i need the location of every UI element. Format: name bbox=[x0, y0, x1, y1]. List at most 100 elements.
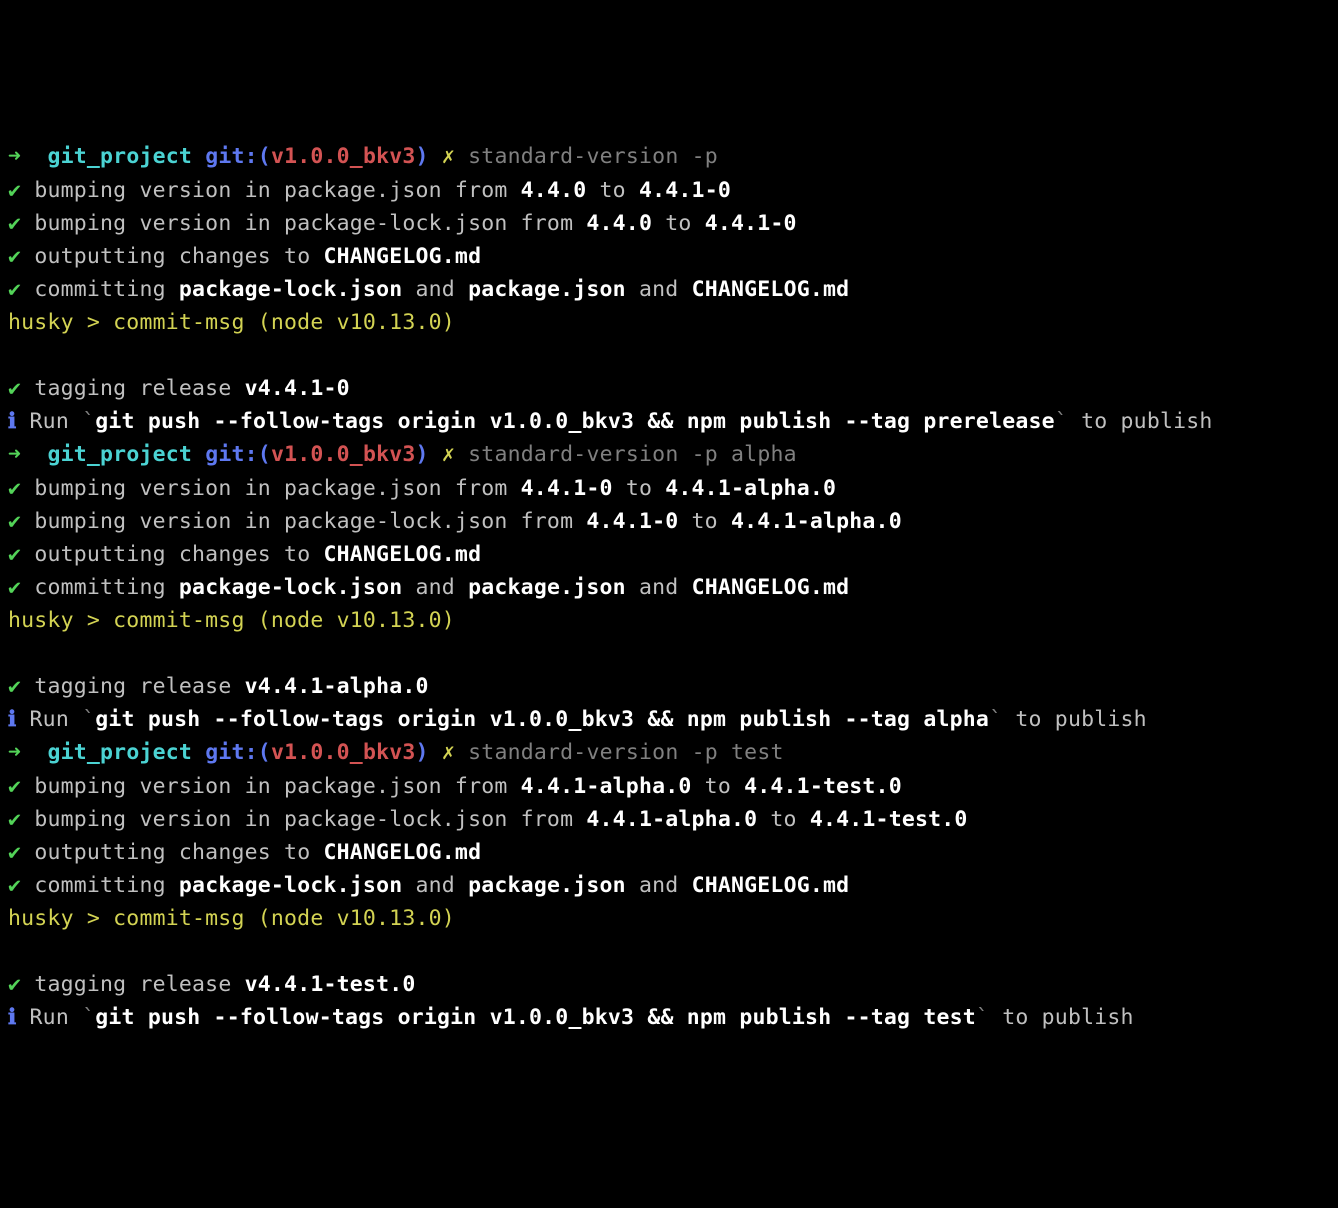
husky-hook: husky > commit-msg (node v10.13.0) bbox=[8, 906, 455, 931]
prompt-git-label: git:( bbox=[205, 442, 271, 467]
push-command: git push --follow-tags origin v1.0.0_bkv… bbox=[95, 1005, 976, 1030]
check-icon: ✔ bbox=[8, 211, 21, 236]
prompt-dirty-icon: ✗ bbox=[442, 740, 455, 765]
terminal-line: ✔ tagging release v4.4.1-alpha.0 bbox=[8, 670, 1330, 703]
backtick: ` bbox=[976, 1005, 989, 1030]
to-publish-text: to publish bbox=[989, 1005, 1134, 1030]
check-icon: ✔ bbox=[8, 840, 21, 865]
terminal-line: ✔ outputting changes to CHANGELOG.md bbox=[8, 240, 1330, 273]
commit-text: committing bbox=[34, 277, 179, 302]
to-text: to bbox=[586, 178, 639, 203]
terminal-line: ✔ bumping version in package.json from 4… bbox=[8, 472, 1330, 505]
check-icon: ✔ bbox=[8, 774, 21, 799]
husky-hook: husky > commit-msg (node v10.13.0) bbox=[8, 310, 455, 335]
changelog-file: CHANGELOG.md bbox=[323, 840, 481, 865]
terminal-line: ✔ outputting changes to CHANGELOG.md bbox=[8, 836, 1330, 869]
terminal-line: husky > commit-msg (node v10.13.0) bbox=[8, 902, 1330, 935]
version-to: 4.4.1-0 bbox=[705, 211, 797, 236]
terminal-line: ✔ committing package-lock.json and packa… bbox=[8, 273, 1330, 306]
backtick: ` bbox=[82, 1005, 95, 1030]
check-icon: ✔ bbox=[8, 807, 21, 832]
check-icon: ✔ bbox=[8, 509, 21, 534]
to-publish-text: to publish bbox=[1068, 409, 1213, 434]
prompt-branch: v1.0.0_bkv3 bbox=[271, 740, 416, 765]
tagging-text: tagging release bbox=[34, 674, 244, 699]
terminal-line: ℹ Run `git push --follow-tags origin v1.… bbox=[8, 703, 1330, 736]
file-changelog: CHANGELOG.md bbox=[692, 873, 850, 898]
check-icon: ✔ bbox=[8, 575, 21, 600]
prompt-dirty-icon: ✗ bbox=[442, 144, 455, 169]
prompt-git-label: git:( bbox=[205, 740, 271, 765]
prompt-arrow-icon: ➜ bbox=[8, 144, 21, 169]
terminal-line: ✔ tagging release v4.4.1-test.0 bbox=[8, 968, 1330, 1001]
prompt-close-paren: ) bbox=[416, 442, 429, 467]
to-text: to bbox=[652, 211, 705, 236]
bump-pkg-text: bumping version in package.json from bbox=[34, 476, 520, 501]
release-tag: v4.4.1-0 bbox=[245, 376, 350, 401]
and-text: and bbox=[402, 575, 468, 600]
prompt-close-paren: ) bbox=[416, 144, 429, 169]
and-text: and bbox=[626, 873, 692, 898]
and-text: and bbox=[626, 575, 692, 600]
terminal-output[interactable]: ➜ git_project git:(v1.0.0_bkv3) ✗ standa… bbox=[8, 140, 1330, 1034]
bump-lock-text: bumping version in package-lock.json fro… bbox=[34, 509, 586, 534]
to-text: to bbox=[613, 476, 666, 501]
file-pkg-json: package.json bbox=[468, 873, 626, 898]
backtick: ` bbox=[82, 707, 95, 732]
to-text: to bbox=[757, 807, 810, 832]
file-pkg-json: package.json bbox=[468, 575, 626, 600]
version-from: 4.4.0 bbox=[521, 178, 587, 203]
prompt-git-label: git:( bbox=[205, 144, 271, 169]
run-text: Run bbox=[30, 1005, 83, 1030]
prompt-dir: git_project bbox=[47, 442, 192, 467]
file-pkg-lock: package-lock.json bbox=[179, 575, 402, 600]
version-to: 4.4.1-0 bbox=[639, 178, 731, 203]
check-icon: ✔ bbox=[8, 244, 21, 269]
push-command: git push --follow-tags origin v1.0.0_bkv… bbox=[95, 707, 989, 732]
file-pkg-lock: package-lock.json bbox=[179, 873, 402, 898]
prompt-close-paren: ) bbox=[416, 740, 429, 765]
version-from: 4.4.1-0 bbox=[521, 476, 613, 501]
terminal-line: ➜ git_project git:(v1.0.0_bkv3) ✗ standa… bbox=[8, 438, 1330, 471]
prompt-branch: v1.0.0_bkv3 bbox=[271, 442, 416, 467]
command-input[interactable]: standard-version -p alpha bbox=[468, 442, 797, 467]
version-to: 4.4.1-alpha.0 bbox=[731, 509, 902, 534]
info-icon: ℹ bbox=[8, 409, 16, 434]
terminal-line: ✔ committing package-lock.json and packa… bbox=[8, 869, 1330, 902]
bump-pkg-text: bumping version in package.json from bbox=[34, 774, 520, 799]
check-icon: ✔ bbox=[8, 972, 21, 997]
terminal-line: ✔ committing package-lock.json and packa… bbox=[8, 571, 1330, 604]
release-tag: v4.4.1-test.0 bbox=[245, 972, 416, 997]
push-command: git push --follow-tags origin v1.0.0_bkv… bbox=[95, 409, 1055, 434]
to-text: to bbox=[692, 774, 745, 799]
version-to: 4.4.1-test.0 bbox=[810, 807, 968, 832]
version-to: 4.4.1-test.0 bbox=[744, 774, 902, 799]
command-input[interactable]: standard-version -p test bbox=[468, 740, 783, 765]
file-pkg-lock: package-lock.json bbox=[179, 277, 402, 302]
backtick: ` bbox=[989, 707, 1002, 732]
file-pkg-json: package.json bbox=[468, 277, 626, 302]
release-tag: v4.4.1-alpha.0 bbox=[245, 674, 429, 699]
check-icon: ✔ bbox=[8, 542, 21, 567]
terminal-line: ➜ git_project git:(v1.0.0_bkv3) ✗ standa… bbox=[8, 140, 1330, 173]
to-publish-text: to publish bbox=[1002, 707, 1147, 732]
version-from: 4.4.1-alpha.0 bbox=[586, 807, 757, 832]
prompt-dirty-icon: ✗ bbox=[442, 442, 455, 467]
terminal-line: ✔ tagging release v4.4.1-0 bbox=[8, 372, 1330, 405]
terminal-line bbox=[8, 339, 1330, 372]
prompt-branch: v1.0.0_bkv3 bbox=[271, 144, 416, 169]
command-input[interactable]: standard-version -p bbox=[468, 144, 718, 169]
terminal-line: husky > commit-msg (node v10.13.0) bbox=[8, 306, 1330, 339]
and-text: and bbox=[626, 277, 692, 302]
file-changelog: CHANGELOG.md bbox=[692, 277, 850, 302]
terminal-line: ℹ Run `git push --follow-tags origin v1.… bbox=[8, 1001, 1330, 1034]
info-icon: ℹ bbox=[8, 707, 16, 732]
terminal-line: ✔ bumping version in package.json from 4… bbox=[8, 174, 1330, 207]
prompt-arrow-icon: ➜ bbox=[8, 442, 21, 467]
prompt-arrow-icon: ➜ bbox=[8, 740, 21, 765]
terminal-line: ✔ outputting changes to CHANGELOG.md bbox=[8, 538, 1330, 571]
check-icon: ✔ bbox=[8, 674, 21, 699]
tagging-text: tagging release bbox=[34, 376, 244, 401]
terminal-line: ℹ Run `git push --follow-tags origin v1.… bbox=[8, 405, 1330, 438]
changelog-file: CHANGELOG.md bbox=[323, 542, 481, 567]
